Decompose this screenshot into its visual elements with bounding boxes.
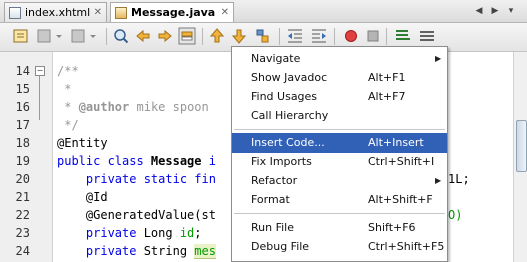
menu-separator bbox=[234, 129, 445, 130]
toggle-bookmark-icon[interactable] bbox=[253, 27, 271, 45]
scroll-tabs-left-icon[interactable]: ◀ bbox=[472, 4, 486, 18]
menu-item-show-javadoc[interactable]: Show Javadoc Alt+F1 bbox=[232, 68, 447, 88]
line-number: 22 bbox=[15, 208, 30, 222]
start-test-icon[interactable] bbox=[394, 27, 412, 45]
menu-item-refactor[interactable]: Refactor ▶ bbox=[232, 171, 447, 191]
toolbar-separator bbox=[334, 28, 335, 45]
line-number: 24 bbox=[15, 244, 30, 258]
code-line-24: private String mes bbox=[57, 244, 216, 259]
toolbar-separator bbox=[386, 28, 387, 45]
code-line-20: private static fin bbox=[57, 172, 216, 186]
submenu-arrow-icon: ▶ bbox=[435, 176, 442, 185]
submenu-arrow-icon: ▶ bbox=[435, 54, 442, 63]
menu-item-fix-imports[interactable]: Fix Imports Ctrl+Shift+I bbox=[232, 152, 447, 172]
class-name: Message bbox=[150, 154, 202, 168]
find-icon[interactable] bbox=[112, 27, 130, 45]
selected-identifier: mes bbox=[194, 244, 216, 259]
stop-macro-icon[interactable] bbox=[364, 27, 382, 45]
line-number-gutter: 14 15 16 17 18 19 20 21 22 23 24 − bbox=[0, 52, 53, 262]
forward-dropdown-icon[interactable] bbox=[86, 27, 104, 45]
javadoc-tag: @author bbox=[78, 100, 130, 114]
menu-item-debug-file[interactable]: Debug File Ctrl+Shift+F5 bbox=[232, 237, 447, 257]
tab-label: index.xhtml bbox=[25, 6, 91, 19]
show-opened-documents-icon[interactable]: ▾ bbox=[504, 4, 518, 18]
toolbar-separator bbox=[106, 28, 107, 45]
toggle-highlight-icon[interactable] bbox=[178, 27, 196, 45]
menu-item-find-usages[interactable]: Find Usages Alt+F7 bbox=[232, 87, 447, 107]
shift-up-icon[interactable] bbox=[208, 27, 226, 45]
find-next-icon[interactable] bbox=[156, 27, 174, 45]
shift-left-icon[interactable] bbox=[286, 27, 304, 45]
record-macro-icon[interactable] bbox=[342, 27, 360, 45]
menu-item-format[interactable]: Format Alt+Shift+F bbox=[232, 190, 447, 210]
line-number: 20 bbox=[15, 172, 30, 186]
code-line-15: * bbox=[57, 82, 72, 96]
code-line-19: public class Message i bbox=[57, 154, 216, 168]
code-line-14: /** bbox=[57, 64, 79, 78]
toolbar-separator bbox=[202, 28, 203, 45]
scroll-tabs-right-icon[interactable]: ▶ bbox=[488, 4, 502, 18]
history-icon[interactable] bbox=[12, 27, 30, 45]
vertical-scrollbar[interactable] bbox=[513, 52, 527, 262]
tab-message-java[interactable]: Message.java ✕ bbox=[110, 2, 234, 22]
menu-item-run-file[interactable]: Run File Shift+F6 bbox=[232, 218, 447, 238]
line-number: 18 bbox=[15, 136, 30, 150]
xhtml-file-icon bbox=[9, 6, 21, 19]
back-dropdown-icon[interactable] bbox=[52, 27, 70, 45]
code-line-20-tail: 1L; bbox=[448, 172, 470, 186]
menu-item-navigate[interactable]: Navigate ▶ bbox=[232, 49, 447, 69]
line-number: 21 bbox=[15, 190, 30, 204]
find-prev-icon[interactable] bbox=[134, 27, 152, 45]
editor-tab-bar: index.xhtml ✕ Message.java ✕ ◀ ▶ ▾ bbox=[0, 0, 527, 23]
fold-collapse-icon[interactable]: − bbox=[35, 66, 45, 76]
java-file-icon bbox=[115, 6, 127, 19]
code-line-16: * @author mike spoon bbox=[57, 100, 209, 114]
scrollbar-thumb[interactable] bbox=[516, 120, 527, 172]
close-tab-icon[interactable]: ✕ bbox=[221, 7, 229, 18]
line-number: 16 bbox=[15, 100, 30, 114]
shift-right-icon[interactable] bbox=[310, 27, 328, 45]
tab-label: Message.java bbox=[131, 6, 216, 19]
comment-icon[interactable] bbox=[418, 27, 436, 45]
shift-down-icon[interactable] bbox=[230, 27, 248, 45]
fold-line bbox=[39, 76, 40, 120]
menu-separator bbox=[234, 213, 445, 214]
close-tab-icon[interactable]: ✕ bbox=[94, 7, 102, 18]
toolbar-separator bbox=[279, 28, 280, 45]
menu-item-call-hierarchy[interactable]: Call Hierarchy bbox=[232, 106, 447, 126]
code-line-17: */ bbox=[57, 118, 79, 132]
line-number: 19 bbox=[15, 154, 30, 168]
context-menu: Navigate ▶ Show Javadoc Alt+F1 Find Usage… bbox=[231, 46, 448, 262]
code-line-23: private Long id; bbox=[57, 226, 202, 240]
line-number: 17 bbox=[15, 118, 30, 132]
tab-index-xhtml[interactable]: index.xhtml ✕ bbox=[4, 2, 107, 22]
menu-item-insert-code[interactable]: Insert Code... Alt+Insert bbox=[232, 133, 447, 153]
code-line-18: @Entity bbox=[57, 136, 108, 150]
line-number: 14 bbox=[15, 64, 30, 78]
code-line-21: @Id bbox=[57, 190, 108, 204]
code-line-22: @GeneratedValue(st bbox=[57, 208, 216, 222]
code-line-22-tail: O) bbox=[448, 208, 463, 222]
line-number: 23 bbox=[15, 226, 30, 240]
line-number: 15 bbox=[15, 82, 30, 96]
